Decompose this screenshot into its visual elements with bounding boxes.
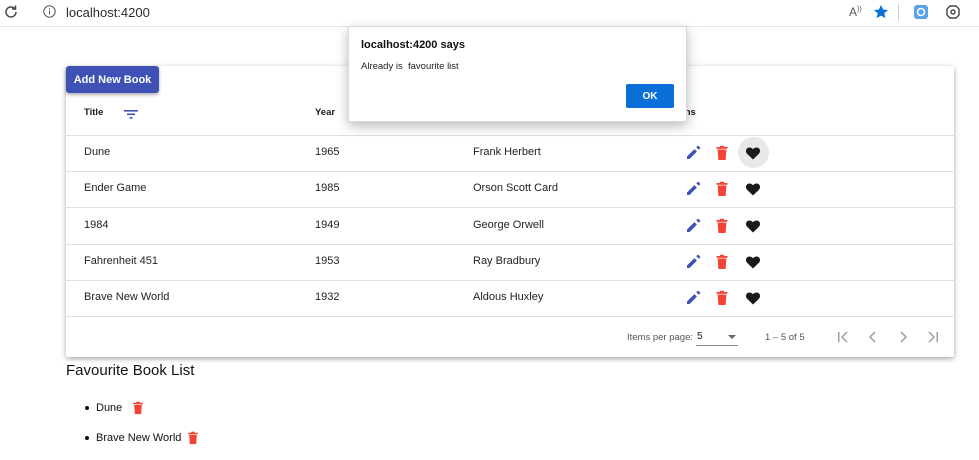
table-row: Brave New World 1932 Aldous Huxley <box>66 280 954 318</box>
cell-author: Aldous Huxley <box>473 291 544 304</box>
favourite-book-name: Brave New World <box>96 432 182 444</box>
table-row: Dune 1965 Frank Herbert <box>66 135 954 172</box>
bullet <box>85 406 89 410</box>
cell-title: Brave New World <box>84 291 170 304</box>
cell-author: Ray Bradbury <box>473 254 541 267</box>
add-new-book-button[interactable]: Add New Book <box>66 66 159 93</box>
edit-icon[interactable] <box>685 290 701 306</box>
delete-icon[interactable] <box>714 254 730 270</box>
heart-icon[interactable] <box>745 181 761 197</box>
cell-year: 1949 <box>315 218 340 231</box>
info-icon[interactable] <box>43 5 56 18</box>
cell-author: Frank Herbert <box>473 146 541 158</box>
delete-icon[interactable] <box>714 290 730 306</box>
page-range: 1 – 5 of 5 <box>765 332 805 343</box>
heart-icon[interactable] <box>745 254 761 270</box>
delete-icon[interactable] <box>714 145 730 161</box>
chevron-down-icon <box>728 335 736 339</box>
items-per-page-label: Items per page: <box>627 332 694 343</box>
heart-icon[interactable] <box>745 218 761 234</box>
browser-toolbar: localhost:4200 A)) <box>0 0 979 27</box>
page-size-select[interactable]: 5 <box>696 329 738 346</box>
heart-icon[interactable] <box>745 145 761 161</box>
table-row: 1984 1949 George Orwell <box>66 208 954 245</box>
next-page-icon[interactable] <box>895 329 911 345</box>
heart-icon[interactable] <box>745 290 761 306</box>
edit-icon[interactable] <box>685 145 701 161</box>
bullet <box>85 436 89 440</box>
address-bar-url[interactable]: localhost:4200 <box>66 5 150 20</box>
extension-icon[interactable] <box>913 4 929 20</box>
cell-title: Fahrenheit 451 <box>84 254 158 267</box>
cell-title: 1984 <box>84 218 109 231</box>
edit-icon[interactable] <box>685 181 701 197</box>
dialog-message: Already is favourite list <box>361 61 459 72</box>
edit-icon[interactable] <box>685 218 701 234</box>
cell-year: 1932 <box>315 291 340 304</box>
paginator: Items per page: 5 1 – 5 of 5 <box>66 317 954 357</box>
favorite-star-icon[interactable] <box>873 4 889 20</box>
dialog-title: localhost:4200 says <box>361 39 465 51</box>
favourite-list-title: Favourite Book List <box>66 362 195 379</box>
filter-icon[interactable] <box>123 107 139 121</box>
delete-icon[interactable] <box>714 181 730 197</box>
table-row: Ender Game 1985 Orson Scott Card <box>66 171 954 209</box>
cell-year: 1985 <box>315 182 340 195</box>
cell-title: Dune <box>84 146 111 158</box>
favourite-book-name: Dune <box>96 402 123 414</box>
cell-author: Orson Scott Card <box>473 182 558 195</box>
cell-year: 1965 <box>315 146 340 158</box>
table-row: Fahrenheit 451 1953 Ray Bradbury <box>66 244 954 281</box>
page-size-value: 5 <box>697 331 703 342</box>
cell-year: 1953 <box>315 254 340 267</box>
edit-icon[interactable] <box>685 254 701 270</box>
alert-dialog: localhost:4200 says Already is favourite… <box>348 26 687 122</box>
delete-icon[interactable] <box>131 400 145 416</box>
reload-icon[interactable] <box>3 4 19 20</box>
column-header-title[interactable]: Title <box>84 107 103 118</box>
last-page-icon[interactable] <box>925 329 941 345</box>
previous-page-icon[interactable] <box>865 329 881 345</box>
cell-author: George Orwell <box>473 218 544 231</box>
read-aloud-icon[interactable]: A)) <box>849 5 865 19</box>
delete-icon[interactable] <box>186 430 200 446</box>
first-page-icon[interactable] <box>835 329 851 345</box>
cell-title: Ender Game <box>84 182 147 195</box>
column-header-year[interactable]: Year <box>315 107 335 118</box>
list-item: Dune <box>80 398 280 418</box>
delete-icon[interactable] <box>714 218 730 234</box>
toolbar-divider <box>898 4 899 21</box>
list-item: Brave New World <box>80 428 280 448</box>
ok-button[interactable]: OK <box>626 84 674 108</box>
settings-icon[interactable] <box>945 4 961 20</box>
